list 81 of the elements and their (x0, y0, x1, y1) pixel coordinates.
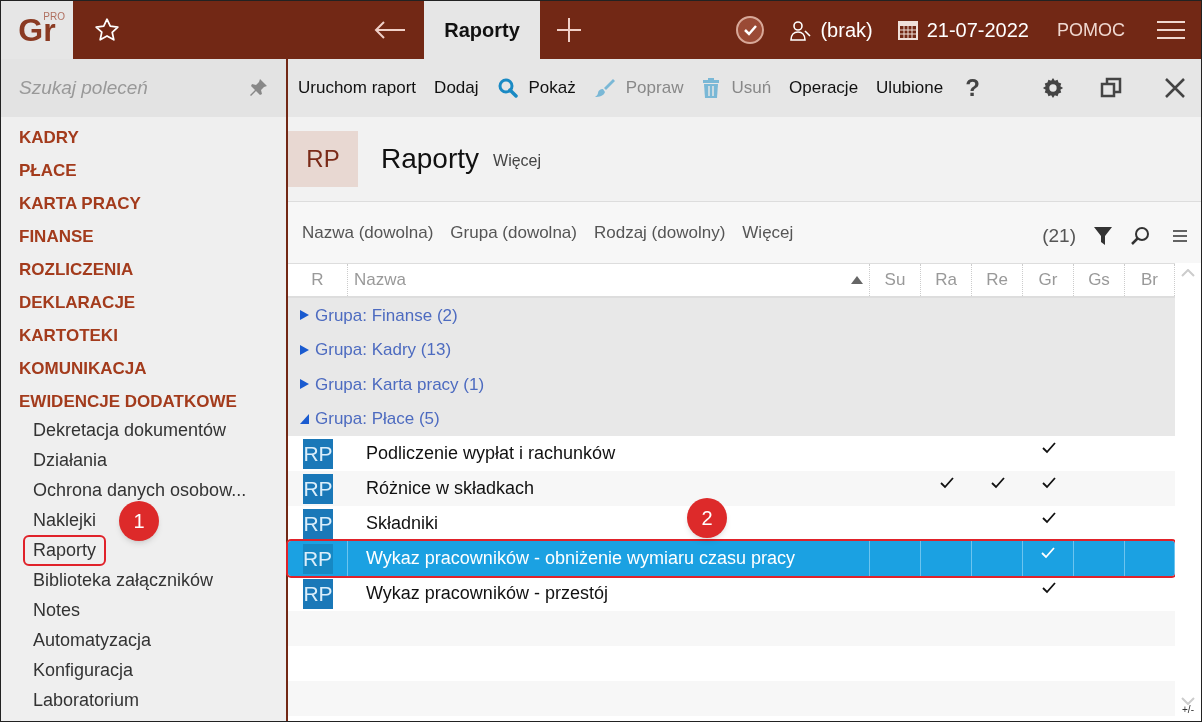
logo-superscript: PRO (43, 10, 65, 22)
sidebar-item[interactable]: Działania (25, 446, 116, 474)
table-cell-text: Wykaz pracowników - przestój (366, 582, 608, 605)
close-icon (1164, 77, 1186, 99)
filter-button[interactable]: Rodzaj (dowolny) (593, 219, 726, 246)
sidebar-section[interactable]: KARTOTEKI (19, 322, 118, 349)
back-arrow-icon (374, 20, 406, 40)
filter-button[interactable]: Nazwa (dowolna) (302, 219, 434, 246)
table-cell-text: Wykaz pracowników - obniżenie wymiaru czasu pracy (366, 547, 795, 570)
group-row[interactable]: Grupa: Kadry (13) (288, 332, 1175, 367)
sidebar-section[interactable]: EWIDENCJE DODATKOWE (19, 388, 237, 415)
search-icon (1130, 225, 1150, 246)
report-badge: RP (288, 131, 358, 187)
sidebar-item[interactable]: Notes (25, 596, 89, 624)
date-button[interactable]: 21-07-2022 (884, 1, 1041, 59)
footer-mark: +/- (1182, 705, 1194, 715)
sidebar-section[interactable]: KADRY (19, 124, 79, 151)
calendar-icon (896, 19, 919, 41)
user-icon (788, 18, 813, 42)
group-row[interactable]: Grupa: Finanse (2) (288, 298, 1175, 333)
page-title: Raporty (381, 142, 480, 176)
filter-button[interactable]: Grupa (dowolna) (450, 219, 577, 246)
plus-icon (556, 17, 582, 43)
report-icon: RP (303, 473, 333, 504)
scroll-down-icon (1181, 697, 1195, 705)
menu-icon (1157, 20, 1185, 40)
sidebar-item[interactable]: Konfiguracja (25, 656, 142, 684)
expanded-triangle-icon (300, 413, 309, 424)
sidebar-item[interactable]: Raporty (25, 536, 105, 564)
sidebar-section[interactable]: FINANSE (19, 223, 94, 250)
filter-icon (1093, 225, 1113, 246)
sidebar-item[interactable]: Automatyzacja (25, 626, 160, 654)
toolbar-button[interactable]: Dodaj (434, 75, 479, 101)
sidebar-item[interactable]: Biblioteka załączników (25, 566, 222, 594)
sidebar-section[interactable]: ROZLICZENIA (19, 256, 134, 283)
toolbar-button[interactable]: ? (961, 70, 984, 106)
sidebar-item[interactable]: Ochrona danych osobow... (25, 476, 255, 504)
trash-icon (701, 77, 722, 99)
pin-icon (248, 78, 268, 98)
sidebar-item[interactable]: Laboratorium (25, 686, 148, 714)
report-icon: RP (303, 508, 333, 539)
restore-icon (1100, 77, 1122, 99)
menu-icon (1173, 229, 1187, 242)
report-icon: RP (302, 543, 333, 574)
sidebar-section[interactable]: DEKLARACJE (19, 289, 136, 316)
sidebar-section[interactable]: KOMUNIKACJA (19, 355, 147, 382)
report-icon: RP (303, 438, 333, 469)
user-button[interactable]: (brak) (776, 1, 885, 59)
table-row[interactable]: RP Różnice w składkach (288, 471, 1175, 506)
report-icon: RP (303, 578, 333, 609)
toolbar-button[interactable]: Operacje (789, 75, 859, 101)
table-cell-text: Składniki (366, 512, 439, 535)
help-menu[interactable]: POMOC (1041, 1, 1141, 59)
sort-icon (851, 276, 863, 284)
brush-icon (593, 77, 616, 99)
toolbar-button[interactable]: Pokaż (496, 75, 576, 101)
collapsed-triangle-icon (300, 344, 309, 355)
sidebar-section[interactable]: PŁACE (19, 157, 77, 184)
sidebar-section[interactable]: KARTA PRACY (19, 190, 141, 217)
sidebar-item[interactable]: Dekretacja dokumentów (25, 416, 235, 444)
table-cell-text: Różnice w składkach (366, 477, 535, 500)
toolbar-button[interactable]: Ulubione (876, 75, 944, 101)
search-input[interactable]: Szukaj poleceń (19, 73, 219, 103)
group-row[interactable]: Grupa: Płace (5) (288, 401, 1175, 436)
collapsed-triangle-icon (300, 379, 309, 390)
table-cell-text: Podliczenie wypłat i rachunków (366, 442, 616, 465)
filter-button[interactable]: Więcej (742, 219, 794, 246)
check-circle-icon (735, 15, 766, 45)
sidebar-item[interactable]: Naklejki (25, 506, 105, 534)
settings-icon (1042, 77, 1064, 99)
record-count: (21) (1042, 224, 1076, 249)
toolbar-button[interactable]: Uruchom raport (298, 75, 417, 101)
group-row[interactable]: Grupa: Karta pracy (1) (288, 367, 1175, 402)
collapsed-triangle-icon (300, 310, 309, 321)
scroll-up-icon (1181, 269, 1195, 277)
star-icon (94, 17, 120, 43)
search-field[interactable]: Szukaj poleceń (1, 59, 286, 117)
search-icon (496, 77, 519, 99)
more-link[interactable]: Więcej (493, 149, 542, 173)
table-row[interactable]: RP Wykaz pracowników - przestój (288, 576, 1175, 611)
tab[interactable]: Raporty (424, 1, 540, 59)
